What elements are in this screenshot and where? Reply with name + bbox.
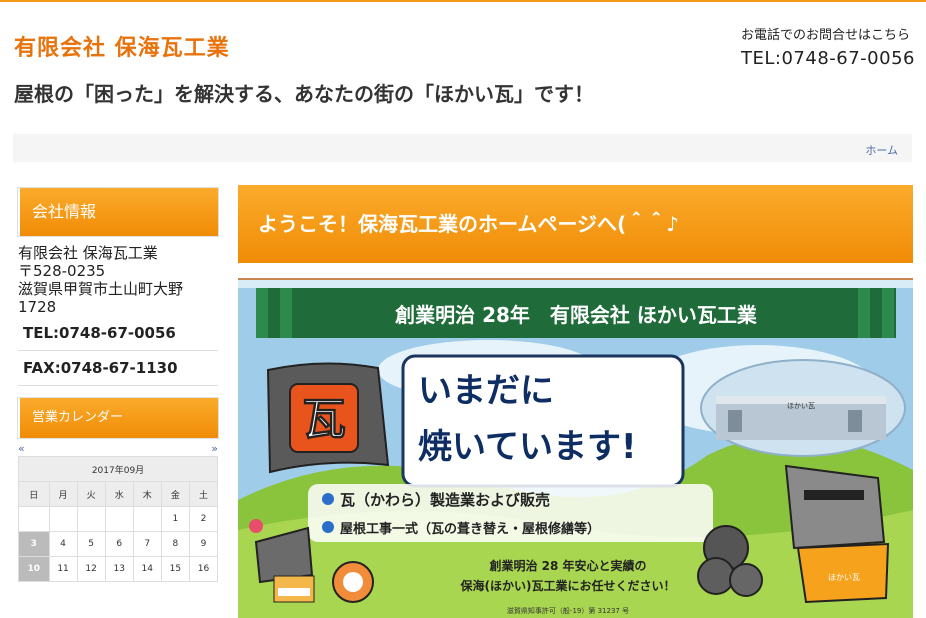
postal-code: 〒528-0235 — [18, 262, 106, 280]
calendar-prev-link[interactable]: « — [18, 442, 25, 455]
calendar-day: 3 — [18, 531, 50, 557]
calendar-day: 7 — [132, 531, 162, 557]
top-accent-line — [0, 0, 926, 2]
company-info-heading: 会社情報 — [18, 188, 218, 236]
sidebar-tel[interactable]: TEL:0748-67-0056 — [18, 316, 218, 351]
sidebar: 会社情報 有限会社 保海瓦工業 〒528-0235 滋賀県甲賀市土山町大野 17… — [18, 188, 219, 582]
address-number: 1728 — [18, 298, 57, 316]
calendar-nav: « » — [18, 442, 218, 456]
contact-label: お電話でのお問合せはこちら — [741, 28, 911, 43]
calendar-empty-day — [132, 506, 162, 532]
mascot-tag: ほかい瓦 — [828, 573, 860, 582]
calendar-weekday: 月 — [48, 481, 78, 507]
calendar-day: 14 — [132, 556, 162, 582]
banner-top-strip — [238, 280, 913, 288]
promo-line-2: 保海(ほかい)瓦工業にお任せください！ — [460, 578, 676, 593]
calendar-weekday: 日 — [18, 481, 50, 507]
calendar-month: 2017年09月 — [18, 456, 218, 482]
calendar-heading: 営業カレンダー — [18, 398, 218, 438]
headline-line-2: 焼いています! — [418, 427, 637, 467]
factory-sign: ほかい瓦 — [787, 402, 815, 410]
company-name: 有限会社 保海瓦工業 — [18, 244, 158, 262]
calendar-empty-day — [18, 506, 50, 532]
company-address: 有限会社 保海瓦工業 〒528-0235 滋賀県甲賀市土山町大野 1728 — [18, 244, 218, 316]
calendar-next-link[interactable]: » — [211, 442, 218, 455]
service-item-1: 瓦（かわら）製造業および販売 — [340, 491, 550, 509]
calendar-week: 10 11 12 13 14 15 16 — [18, 556, 219, 582]
promo-line-1: 創業明治 28 年安心と実績の — [488, 558, 646, 573]
calendar-day: 4 — [48, 531, 78, 557]
tile-badge-char: 瓦 — [302, 394, 346, 445]
breadcrumb-home-link[interactable]: ホーム — [865, 142, 898, 158]
headline-line-1: いまだに — [418, 371, 554, 411]
hero-banner: 創業明治 28年 有限会社 ほかい瓦工業 瓦 いまだに 焼いています! ほかい瓦… — [238, 278, 913, 618]
calendar-day: 8 — [160, 531, 190, 557]
calendar-day: 5 — [76, 531, 106, 557]
calendar-day: 15 — [160, 556, 190, 582]
bullet-icon — [322, 493, 334, 505]
calendar-weekday: 木 — [132, 481, 162, 507]
contact-phone[interactable]: TEL:0748-67-0056 — [741, 48, 915, 69]
site-title[interactable]: 有限会社 保海瓦工業 — [14, 30, 230, 62]
breadcrumb: ホーム — [13, 134, 912, 162]
business-calendar: 2017年09月 日月火水木金土 1 2 3 4 5 6 7 8 9 10 11 12 13 14 15 16 — [18, 456, 219, 582]
calendar-weekday: 火 — [76, 481, 106, 507]
calendar-day: 9 — [188, 531, 219, 557]
site-tagline: 屋根の「困った」を解決する、あなたの街の「ほかい瓦」です！ — [14, 82, 594, 106]
calendar-day: 16 — [188, 556, 219, 582]
calendar-week: 3456789 — [18, 531, 219, 557]
calendar-weekday: 水 — [104, 481, 134, 507]
calendar-day: 11 — [48, 556, 78, 582]
calendar-week: 12 — [18, 506, 219, 532]
calendar-weekday: 土 — [188, 481, 219, 507]
sidebar-fax: FAX:0748-67-1130 — [18, 351, 218, 386]
calendar-day: 6 — [104, 531, 134, 557]
service-item-2: 屋根工事一式（瓦の葺き替え・屋根修繕等） — [340, 521, 600, 537]
calendar-day: 10 — [18, 556, 50, 582]
curtain-text: 創業明治 28年 有限会社 ほかい瓦工業 — [394, 303, 758, 327]
calendar-empty-day — [76, 506, 106, 532]
calendar-day: 1 — [160, 506, 190, 532]
calendar-empty-day — [104, 506, 134, 532]
calendar-day: 2 — [188, 506, 219, 532]
calendar-weekday: 金 — [160, 481, 190, 507]
welcome-heading: ようこそ！保海瓦工業のホームページへ(＾＾♪ — [238, 185, 913, 263]
license-number: 滋賀県知事許可（般-19）第 31237 号 — [507, 606, 629, 615]
address-line: 滋賀県甲賀市土山町大野 — [18, 280, 184, 298]
calendar-day: 12 — [76, 556, 106, 582]
banner-illustration: 創業明治 28年 有限会社 ほかい瓦工業 瓦 いまだに 焼いています! ほかい瓦… — [238, 280, 913, 618]
bullet-icon — [322, 521, 334, 533]
calendar-day: 13 — [104, 556, 134, 582]
calendar-empty-day — [48, 506, 78, 532]
factory-photo: ほかい瓦 — [700, 359, 906, 457]
orange-mascot — [332, 561, 374, 603]
